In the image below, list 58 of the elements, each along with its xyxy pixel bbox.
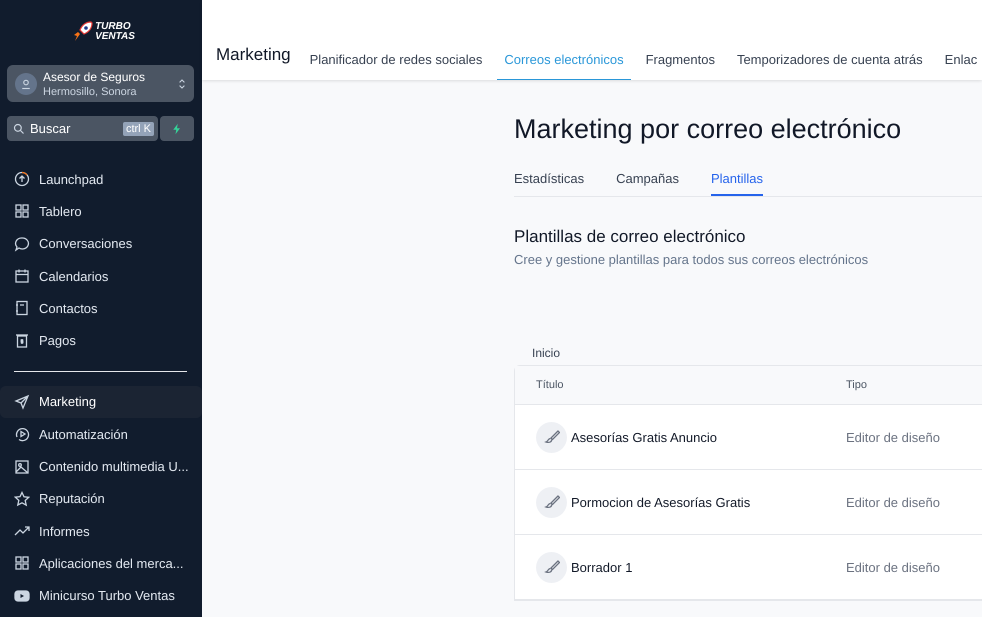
- tab[interactable]: Enlac: [938, 52, 982, 80]
- star-icon: [14, 490, 30, 507]
- section-title: Marketing: [216, 45, 291, 66]
- column-header: Tipo: [846, 379, 867, 391]
- template-title[interactable]: Pormocion de Asesorías Gratis: [571, 494, 750, 510]
- table-cell: Editor de diseño: [846, 560, 940, 574]
- section-description: Cree y gestione plantillas para todos sus correos electrónicos: [514, 252, 868, 267]
- nav-item[interactable]: Contenido multimedia U...: [0, 450, 202, 483]
- video-icon: [14, 588, 30, 604]
- calendar-icon: [14, 268, 30, 284]
- automation-icon: [14, 426, 30, 442]
- payment-icon: [14, 332, 30, 349]
- tab[interactable]: Fragmentos: [638, 52, 722, 80]
- chat-icon: [14, 236, 30, 252]
- nav-item[interactable]: Conversaciones: [0, 228, 202, 260]
- nav-item[interactable]: Reputación: [0, 482, 202, 515]
- nav-item[interactable]: Minicurso Turbo Ventas: [0, 580, 202, 612]
- brush-icon: [536, 552, 567, 582]
- nav-item[interactable]: Launchpad: [0, 163, 202, 196]
- image-icon: [14, 458, 30, 475]
- grid-icon: [14, 555, 30, 572]
- template-title[interactable]: Borrador 1: [571, 560, 632, 574]
- template-title[interactable]: Asesorías Gratis Anuncio: [571, 430, 717, 444]
- account-name: Asesor de Seguros: [43, 70, 146, 84]
- nav-item[interactable]: Automatización: [0, 418, 202, 450]
- grid-icon: [14, 203, 30, 220]
- logo-text: TURBO: [95, 22, 132, 32]
- breadcrumb[interactable]: Inicio: [532, 346, 560, 360]
- account-switcher[interactable]: Asesor de Seguros Hermosillo, Sonora: [7, 65, 194, 102]
- nav-item[interactable]: Pagos: [0, 324, 202, 357]
- brush-icon: [536, 422, 567, 452]
- table-cell: Editor de diseño: [846, 430, 940, 444]
- chevron-icon: [178, 76, 186, 90]
- tab[interactable]: Campañas: [616, 171, 679, 196]
- account-location: Hermosillo, Sonora: [43, 86, 138, 98]
- tab[interactable]: Estadísticas: [514, 171, 584, 196]
- section-heading: Plantillas de correo electrónico: [514, 227, 746, 247]
- nav-item[interactable]: Aplicaciones del merca...: [0, 547, 202, 580]
- logo-text: VENTAS: [95, 32, 135, 42]
- column-header: Título: [535, 379, 565, 391]
- nav-item[interactable]: Contactos: [0, 292, 202, 324]
- nav-item[interactable]: Informes: [0, 514, 202, 548]
- table-cell: Editor de diseño: [846, 494, 940, 510]
- nav-item[interactable]: Calendarios: [0, 260, 202, 292]
- shortcut-hint: ctrl K: [122, 122, 154, 136]
- tab[interactable]: Plantillas: [710, 171, 763, 196]
- quick-action-button[interactable]: [160, 116, 194, 141]
- search-icon: [13, 122, 25, 134]
- nav-item[interactable]: Marketing: [0, 386, 202, 418]
- tab[interactable]: Temporizadores de cuenta atrás: [730, 52, 930, 80]
- tab[interactable]: Planificador de redes sociales: [302, 52, 490, 80]
- brush-icon: [536, 486, 567, 518]
- nav-item[interactable]: Tablero: [0, 195, 202, 228]
- contacts-icon: [14, 300, 30, 316]
- search-field[interactable]: Buscar ctrl K: [7, 116, 158, 141]
- page-title: Marketing por correo electrónico: [514, 114, 902, 145]
- search-placeholder: Buscar: [30, 121, 72, 136]
- send-icon: [14, 394, 30, 410]
